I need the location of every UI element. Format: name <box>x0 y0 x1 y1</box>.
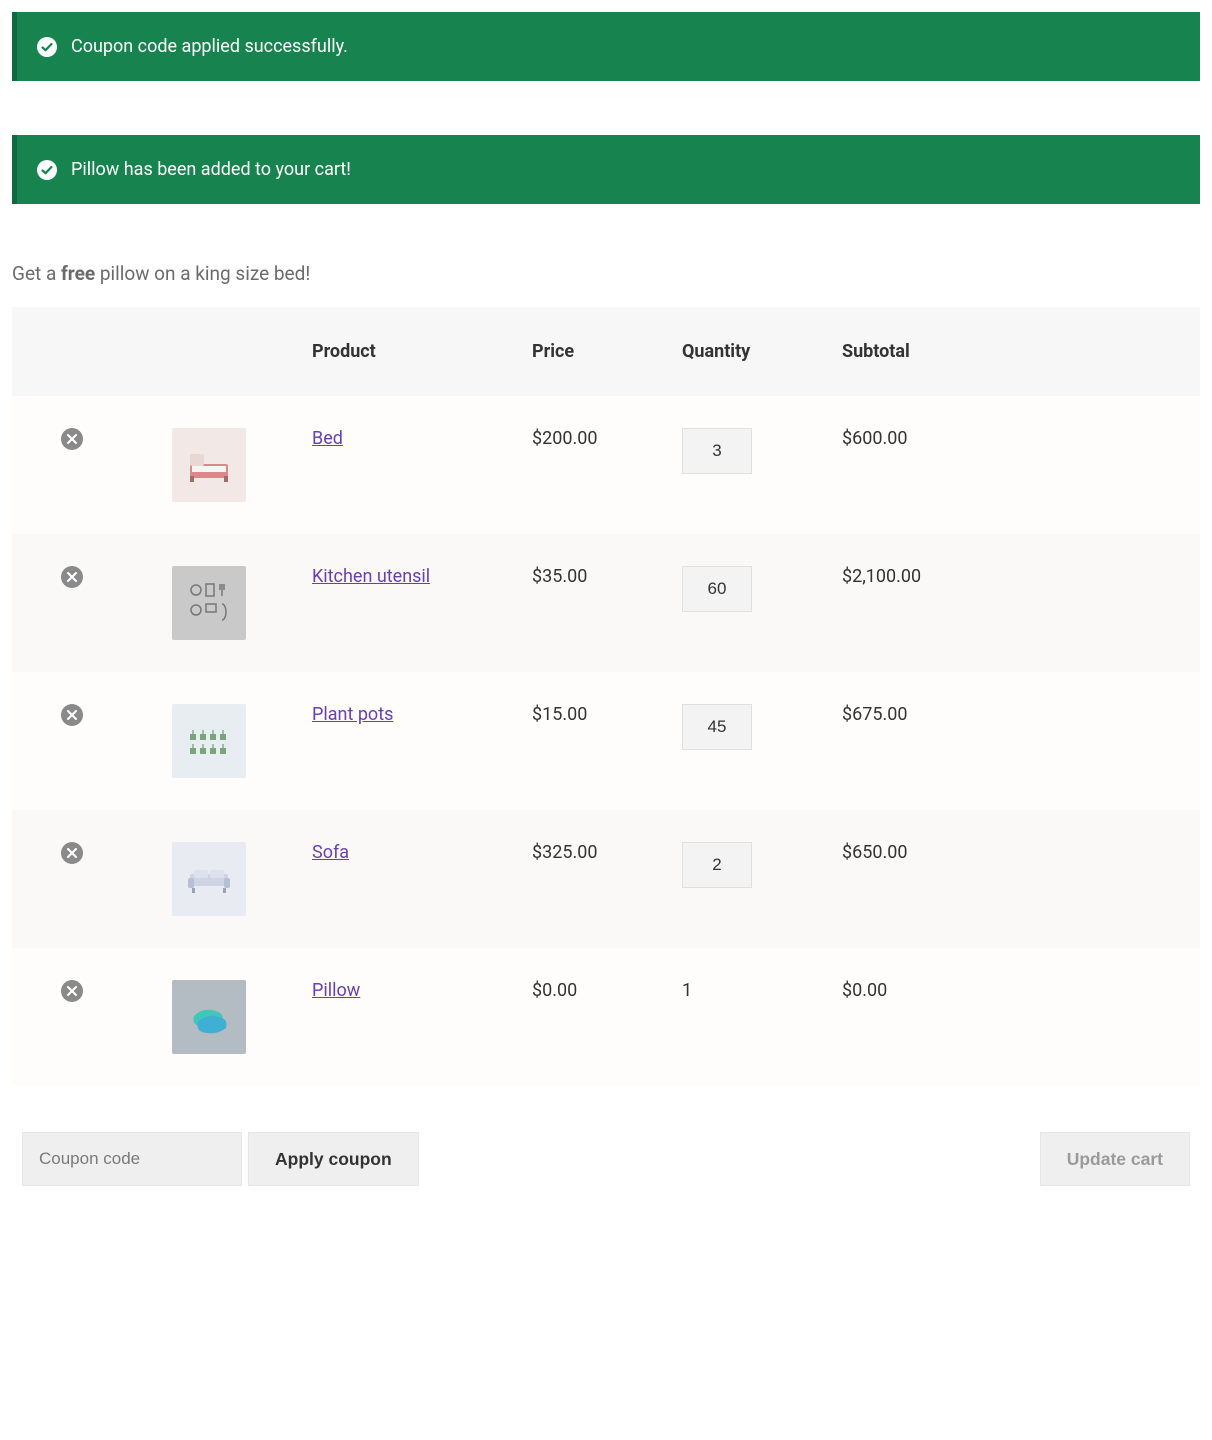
remove-button[interactable] <box>61 980 83 1002</box>
subtotal-cell: $2,100.00 <box>832 534 1200 672</box>
notice-text: Pillow has been added to your cart! <box>71 159 351 180</box>
price-cell: $0.00 <box>522 948 672 1086</box>
quantity-input[interactable] <box>682 428 752 474</box>
quantity-input[interactable] <box>682 842 752 888</box>
price-cell: $325.00 <box>522 810 672 948</box>
product-thumbnail[interactable] <box>172 842 246 916</box>
subtotal-cell: $0.00 <box>832 948 1200 1086</box>
close-icon <box>67 986 77 996</box>
header-row: Product Price Quantity Subtotal <box>12 307 1200 396</box>
close-icon <box>67 572 77 582</box>
price-cell: $200.00 <box>522 396 672 534</box>
close-icon <box>67 434 77 444</box>
product-link[interactable]: Plant pots <box>312 704 393 725</box>
header-price: Price <box>522 307 672 396</box>
quantity-text: 1 <box>682 980 692 1001</box>
product-link[interactable]: Kitchen utensil <box>312 566 430 587</box>
product-thumbnail[interactable] <box>172 428 246 502</box>
price-cell: $15.00 <box>522 672 672 810</box>
cart-row: Bed $200.00 $600.00 <box>12 396 1200 534</box>
remove-button[interactable] <box>61 428 83 450</box>
close-icon <box>67 710 77 720</box>
apply-coupon-button[interactable]: Apply coupon <box>248 1132 419 1186</box>
header-quantity: Quantity <box>672 307 832 396</box>
actions-row: Apply coupon Update cart <box>12 1086 1200 1218</box>
remove-button[interactable] <box>61 842 83 864</box>
cart-table: Product Price Quantity Subtotal Bed $200… <box>12 307 1200 1218</box>
product-link[interactable]: Sofa <box>312 842 349 863</box>
update-cart-button[interactable]: Update cart <box>1040 1132 1190 1186</box>
header-subtotal: Subtotal <box>832 307 1200 396</box>
remove-button[interactable] <box>61 704 83 726</box>
product-thumbnail[interactable] <box>172 704 246 778</box>
promo-text: Get a free pillow on a king size bed! <box>12 262 1200 285</box>
coupon-input[interactable] <box>22 1132 242 1186</box>
cart-row: Sofa $325.00 $650.00 <box>12 810 1200 948</box>
quantity-input[interactable] <box>682 566 752 612</box>
notice-added: Pillow has been added to your cart! <box>12 135 1200 204</box>
product-thumbnail[interactable] <box>172 980 246 1054</box>
cart-row: Pillow $0.00 1 $0.00 <box>12 948 1200 1086</box>
close-icon <box>67 848 77 858</box>
check-circle-icon <box>37 160 57 180</box>
notice-coupon: Coupon code applied successfully. <box>12 12 1200 81</box>
subtotal-cell: $600.00 <box>832 396 1200 534</box>
product-link[interactable]: Pillow <box>312 980 360 1001</box>
cart-row: Plant pots $15.00 $675.00 <box>12 672 1200 810</box>
product-link[interactable]: Bed <box>312 428 343 449</box>
remove-button[interactable] <box>61 566 83 588</box>
header-product: Product <box>302 307 522 396</box>
subtotal-cell: $650.00 <box>832 810 1200 948</box>
quantity-input[interactable] <box>682 704 752 750</box>
check-circle-icon <box>37 37 57 57</box>
cart-row: Kitchen utensil $35.00 $2,100.00 <box>12 534 1200 672</box>
price-cell: $35.00 <box>522 534 672 672</box>
subtotal-cell: $675.00 <box>832 672 1200 810</box>
product-thumbnail[interactable] <box>172 566 246 640</box>
notice-text: Coupon code applied successfully. <box>71 36 348 57</box>
